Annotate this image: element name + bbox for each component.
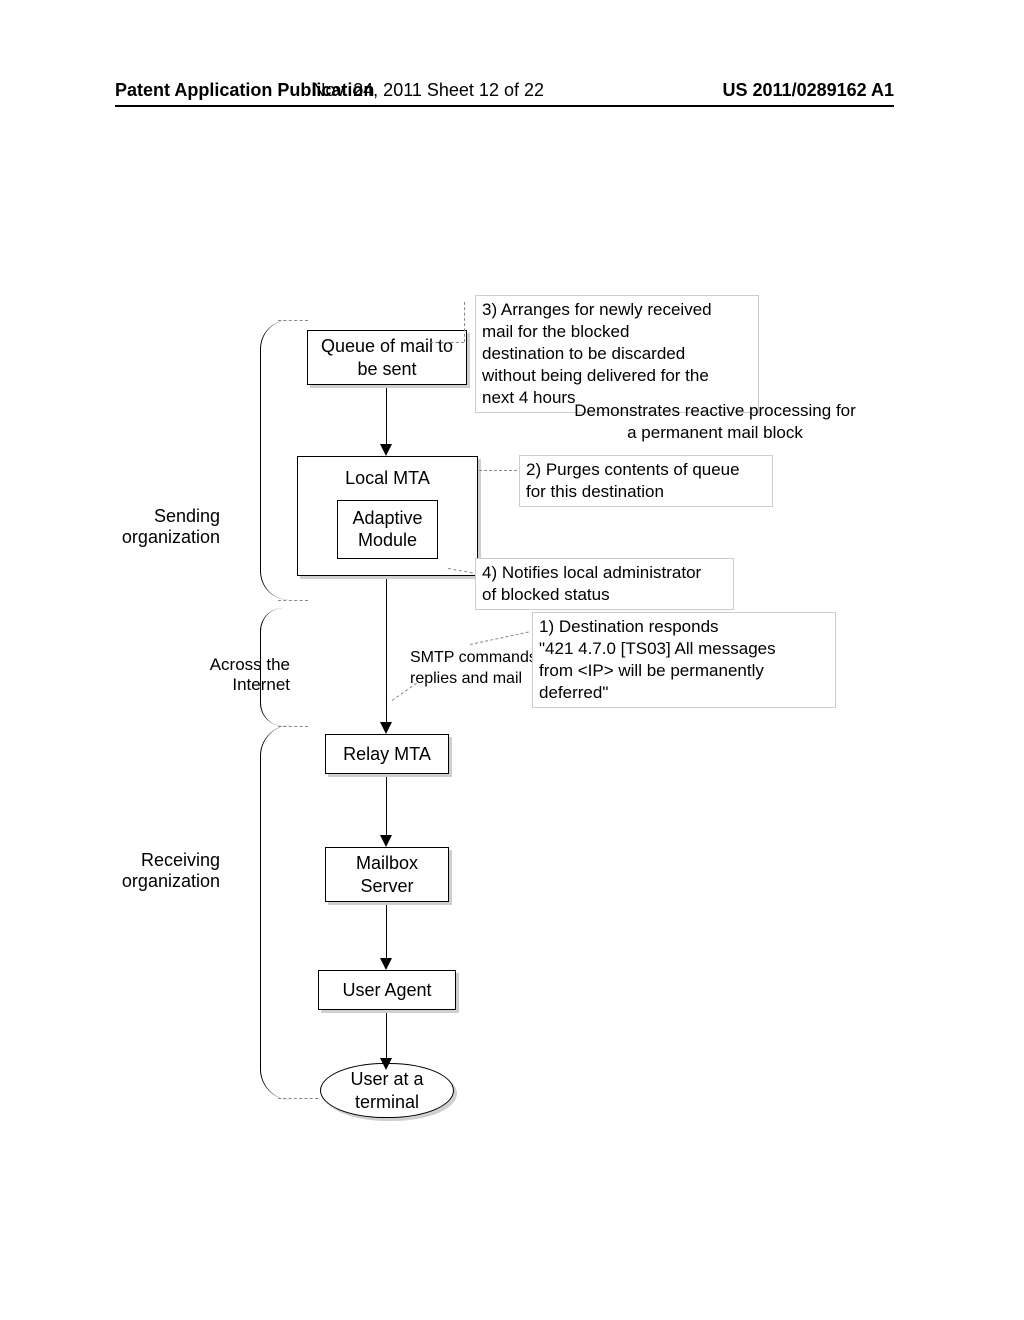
box-user-agent: User Agent [318,970,456,1010]
arrow-agent-user [386,1013,387,1060]
brace-receiving [260,725,291,1100]
diagram-caption: Demonstrates reactive processing for a p… [555,400,875,444]
callout-3: 3) Arranges for newly received mail for … [475,295,759,413]
leader-relay [392,683,417,701]
leader-3b [430,342,464,343]
arrowhead-2 [380,722,392,734]
box-adaptive-module: Adaptive Module [337,500,437,559]
arrow-localmta-relay [386,579,387,724]
arrowhead-3 [380,835,392,847]
leader-2 [479,470,517,471]
header-mid: Nov. 24, 2011 Sheet 12 of 22 [312,80,544,101]
box-local-mta: Local MTA Adaptive Module [297,456,478,576]
leader-brace-mid1 [278,600,308,601]
brace-sending [260,320,289,600]
callout-4: 4) Notifies local administrator of block… [475,558,734,610]
label-sending-org: Sending organization [100,506,220,548]
oval-user-terminal: User at a terminal [320,1063,454,1118]
callout-1: 1) Destination responds "421 4.7.0 [TS03… [532,612,836,708]
arrowhead-1 [380,444,392,456]
leader-brace-mid2 [278,726,308,727]
label-receiving-org: Receiving organization [90,850,220,892]
header-rule [115,105,894,107]
brace-across [260,608,283,726]
page-header: Patent Application Publication Nov. 24, … [0,80,1024,108]
leader-brace-bot [278,1098,318,1099]
box-queue: Queue of mail to be sent [307,330,467,385]
leader-brace-top [278,320,308,321]
header-right: US 2011/0289162 A1 [723,80,894,101]
arrow-mailbox-agent [386,905,387,960]
arrow-relay-mailbox [386,777,387,837]
edge-label-smtp: SMTP commands replies and mail [410,648,537,690]
arrowhead-4 [380,958,392,970]
leader-1 [470,632,529,645]
leader-3a [464,302,465,342]
box-mailbox-server: Mailbox Server [325,847,449,902]
local-mta-title: Local MTA [302,467,473,490]
arrow-queue-localmta [386,388,387,446]
callout-2: 2) Purges contents of queue for this des… [519,455,773,507]
box-relay-mta: Relay MTA [325,734,449,774]
